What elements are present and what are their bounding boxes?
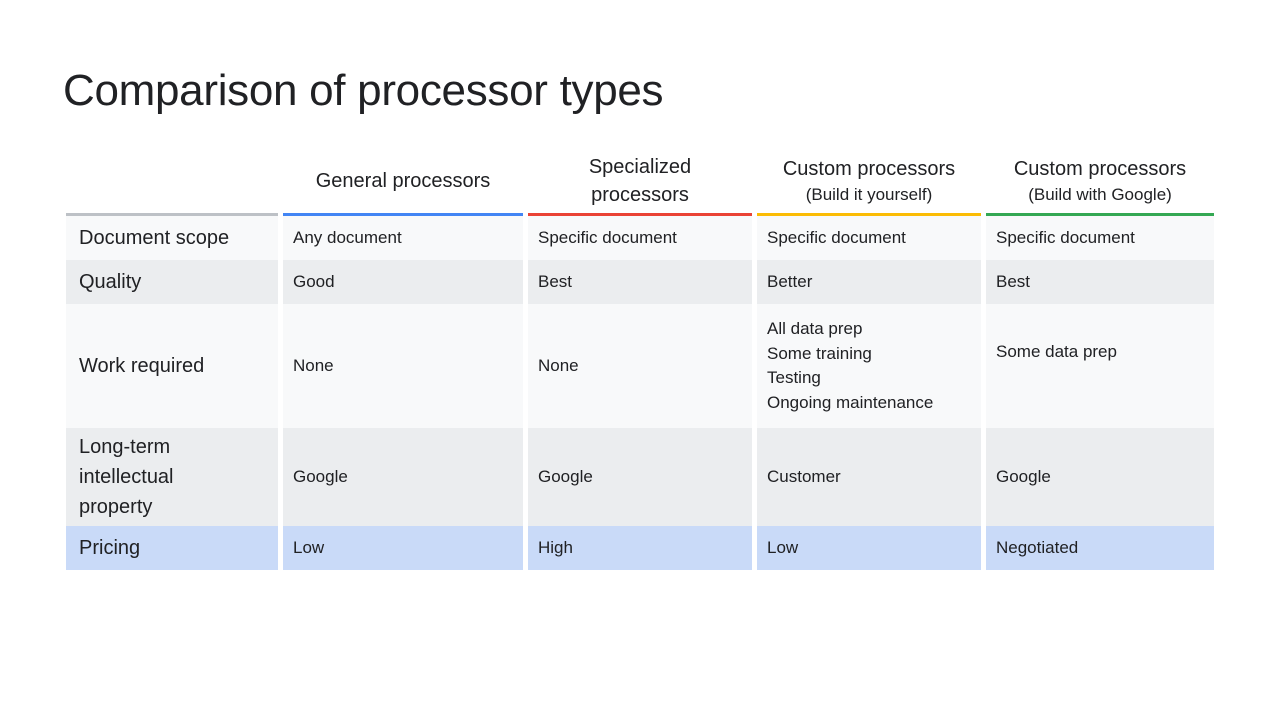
cell-line: Some data prep (996, 342, 1117, 361)
table-cell: Low (283, 526, 523, 570)
table-row-quality: Quality Good Best Better Best (66, 260, 1214, 304)
row-label-line: intellectual (79, 466, 174, 488)
comparison-table: General processors Specialized processor… (66, 148, 1214, 570)
table-row-document-scope: Document scope Any document Specific doc… (66, 216, 1214, 260)
table-header-row: General processors Specialized processor… (66, 148, 1214, 216)
header-label: General processors (315, 169, 491, 192)
cell-line: Ongoing maintenance (767, 392, 934, 412)
row-label-line: Long-term (79, 436, 171, 458)
row-label: Pricing (66, 526, 278, 570)
header-custom-build-with-google: Custom processors (Build with Google) (986, 148, 1214, 216)
table-cell: Some data prep (986, 304, 1214, 428)
header-sublabel: (Build with Google) (1028, 184, 1172, 204)
table-cell: Google (283, 428, 523, 526)
header-custom-build-yourself: Custom processors (Build it yourself) (757, 148, 981, 216)
row-label: Quality (66, 260, 278, 304)
header-general-processors: General processors (283, 148, 523, 216)
row-label: Work required (66, 304, 278, 428)
header-label: Custom processors (782, 157, 956, 180)
table-cell: Any document (283, 216, 523, 260)
header-label: processors (591, 183, 689, 206)
cell-line: Testing (767, 368, 821, 387)
table-cell: Good (283, 260, 523, 304)
header-specialized-processors: Specialized processors (528, 148, 752, 216)
header-empty-cell (66, 148, 278, 216)
table-cell: All data prep Some training Testing Ongo… (757, 304, 981, 428)
slide-title: Comparison of processor types (63, 66, 664, 115)
table-row-long-term-ip: Long-term intellectual property Google G… (66, 428, 1214, 526)
table-row-work-required: Work required None None All data prep So… (66, 304, 1214, 428)
table-cell: Customer (757, 428, 981, 526)
table-cell: Best (986, 260, 1214, 304)
row-label-line: property (79, 496, 153, 518)
table-cell: High (528, 526, 752, 570)
table-cell: Low (757, 526, 981, 570)
table-cell: Best (528, 260, 752, 304)
table-cell: None (283, 304, 523, 428)
table-cell: Specific document (986, 216, 1214, 260)
table-cell: Specific document (528, 216, 752, 260)
table-cell: Google (528, 428, 752, 526)
cell-line: Some training (767, 343, 872, 363)
table-row-pricing: Pricing Low High Low Negotiated (66, 526, 1214, 570)
table-cell: Specific document (757, 216, 981, 260)
header-label: Custom processors (1013, 157, 1187, 180)
cell-line: All data prep (767, 319, 863, 338)
header-sublabel: (Build it yourself) (805, 184, 933, 204)
table-cell: None (528, 304, 752, 428)
table-cell: Negotiated (986, 526, 1214, 570)
table-cell: Google (986, 428, 1214, 526)
row-label: Document scope (66, 216, 278, 260)
header-label: Specialized (588, 155, 692, 178)
row-label: Long-term intellectual property (66, 428, 278, 526)
table-cell: Better (757, 260, 981, 304)
